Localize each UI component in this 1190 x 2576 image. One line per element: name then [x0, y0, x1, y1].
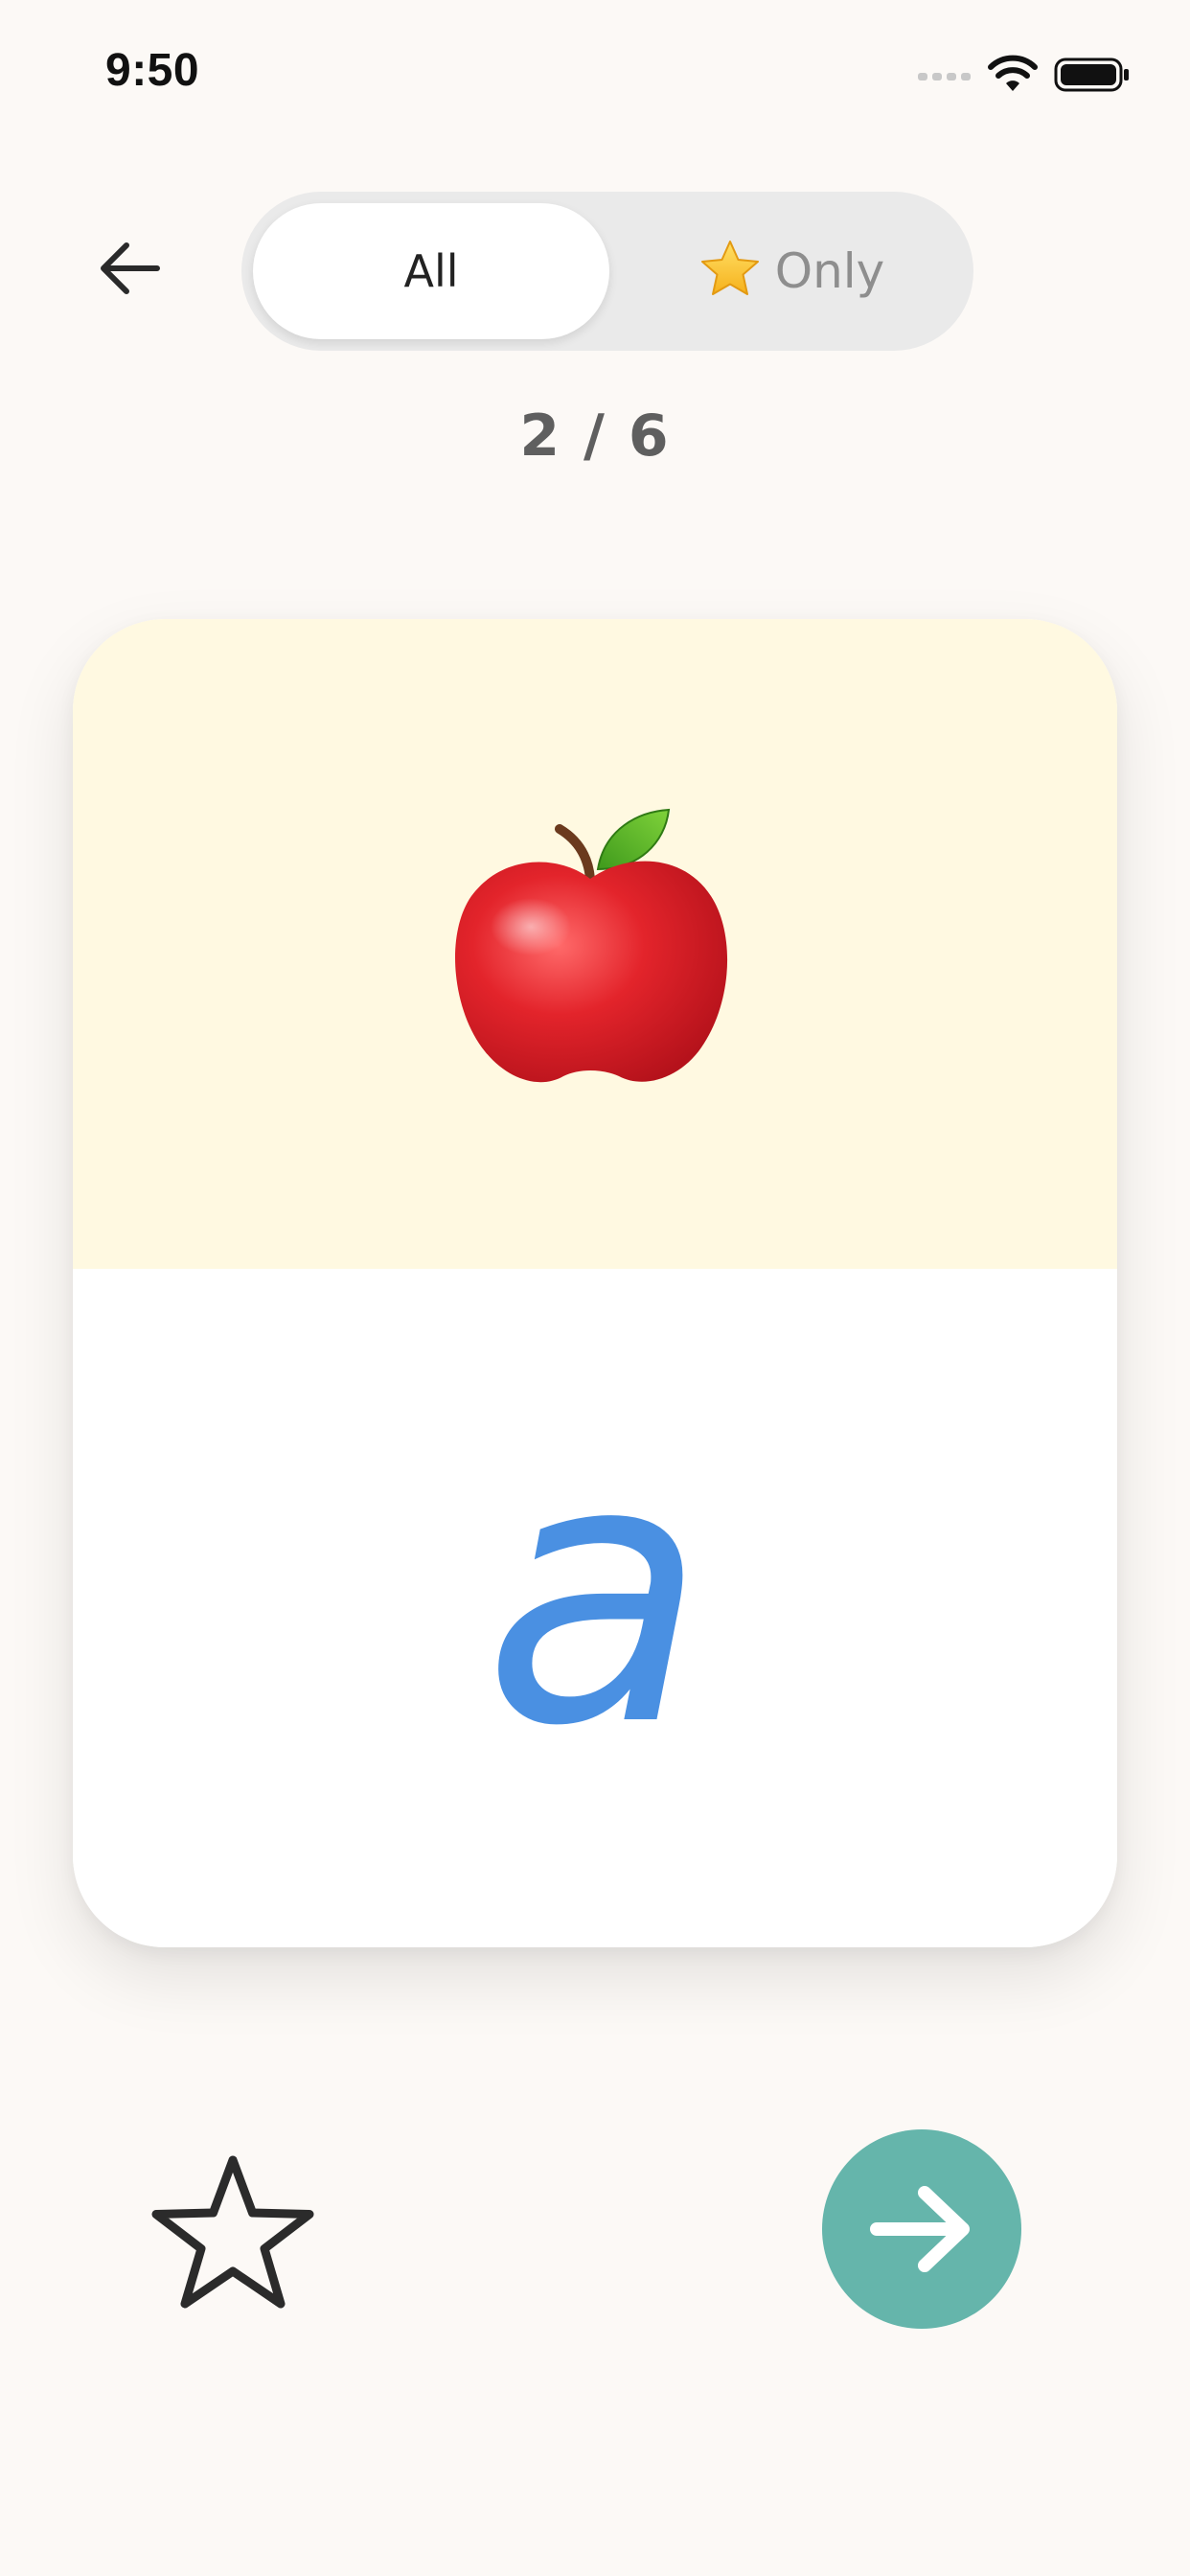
card-letter-area: a [73, 1269, 1117, 1947]
star-outline-icon [151, 2155, 314, 2309]
filter-segmented-control: All Only [241, 192, 973, 351]
status-time: 9:50 [105, 45, 200, 96]
arrow-left-icon [101, 242, 160, 294]
star-emoji-icon [700, 241, 759, 295]
filter-starred-only-tab[interactable]: Only [609, 203, 973, 339]
arrow-right-icon [870, 2186, 970, 2272]
filter-all-label: All [403, 245, 459, 297]
filter-all-tab[interactable]: All [253, 203, 609, 339]
status-icons [918, 54, 1131, 96]
next-card-button[interactable] [822, 2129, 1021, 2329]
card-picture-area [73, 619, 1117, 1269]
card-progress-counter: 2 / 6 [519, 402, 671, 470]
favorite-star-button[interactable] [142, 2143, 324, 2325]
flash-card[interactable]: a [73, 619, 1117, 1947]
red-apple-icon [455, 808, 728, 1083]
battery-icon [1054, 58, 1129, 92]
card-letter: a [483, 1381, 707, 1806]
wifi-icon [988, 55, 1038, 91]
filter-only-label: Only [774, 243, 885, 299]
back-button[interactable] [88, 226, 172, 310]
cellular-signal-icon [918, 73, 971, 80]
